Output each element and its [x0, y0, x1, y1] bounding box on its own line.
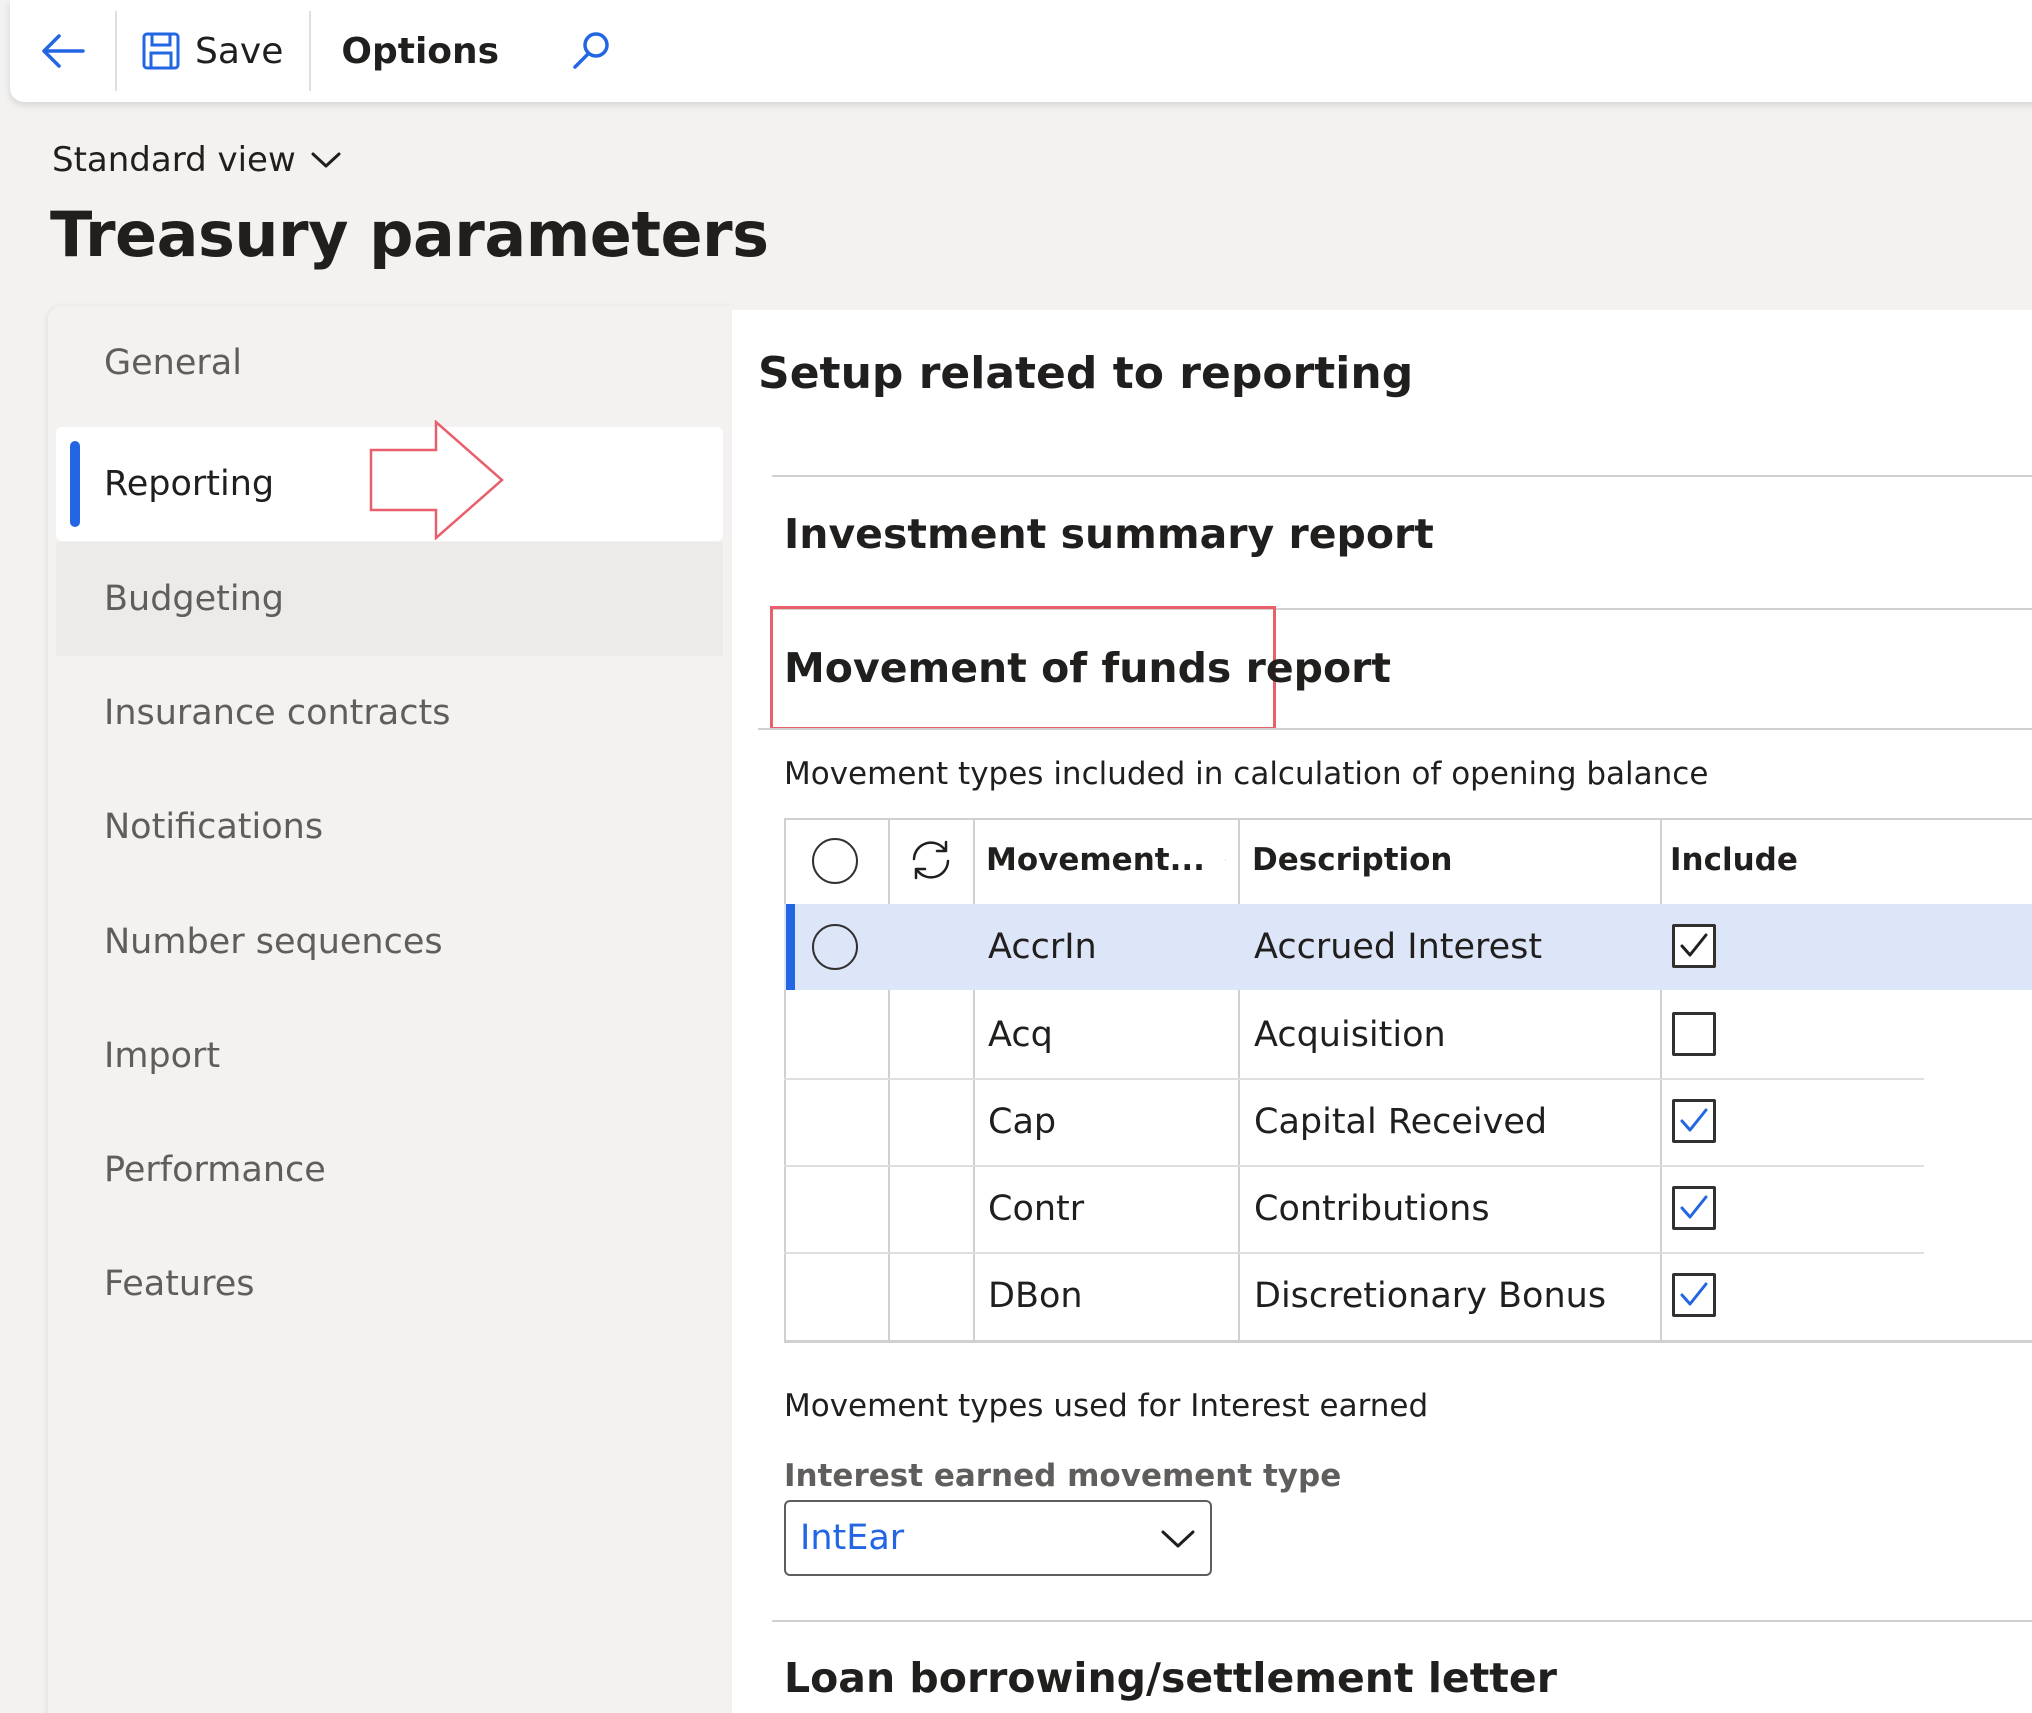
section-investment-summary[interactable]: Investment summary report	[784, 510, 1434, 558]
search-icon	[573, 32, 609, 69]
cell-movement[interactable]: DBon	[988, 1253, 1083, 1339]
table-row[interactable]: DBon Discretionary Bonus	[784, 1253, 2032, 1339]
active-indicator	[70, 441, 80, 527]
nav-item-label: Insurance contracts	[104, 693, 451, 733]
table-row[interactable]: Acq Acquisition	[784, 992, 2032, 1078]
column-header-label: Include	[1670, 842, 1798, 878]
interest-earned-dropdown[interactable]: IntEar	[784, 1500, 1212, 1576]
search-button[interactable]	[569, 0, 613, 102]
checkmark-icon	[1680, 1282, 1708, 1306]
refresh-icon	[912, 840, 950, 880]
nav-item-label: Number sequences	[104, 922, 443, 962]
section-movement-of-funds[interactable]: Movement of funds report	[784, 644, 1391, 692]
include-checkbox[interactable]	[1672, 924, 1716, 968]
reporting-panel: Setup related to reporting Investment su…	[732, 310, 2032, 1713]
table-row[interactable]: Cap Capital Received	[784, 1079, 2032, 1165]
nav-item-performance[interactable]: Performance	[56, 1113, 723, 1227]
interest-types-label: Movement types used for Interest earned	[784, 1388, 1429, 1424]
section-divider	[758, 728, 2032, 730]
refresh-button[interactable]	[906, 818, 956, 902]
view-label: Standard view	[52, 140, 296, 180]
checkmark-icon	[1680, 1108, 1708, 1132]
include-checkbox[interactable]	[1672, 1273, 1716, 1317]
nav-item-label: Notifications	[104, 807, 324, 847]
nav-item-import[interactable]: Import	[56, 999, 723, 1113]
include-checkbox[interactable]	[1672, 1186, 1716, 1230]
annotation-arrow-icon	[369, 420, 504, 540]
options-button[interactable]: Options	[311, 0, 529, 102]
nav-item-label: Features	[104, 1264, 255, 1304]
grid-bottom-border	[784, 1340, 2032, 1343]
panel-title: Setup related to reporting	[758, 348, 1414, 399]
cell-description[interactable]: Capital Received	[1254, 1079, 1547, 1165]
view-selector[interactable]: Standard view	[52, 140, 342, 180]
column-header-include[interactable]: Include	[1670, 818, 1970, 902]
checkmark-icon	[1680, 933, 1708, 957]
nav-item-label: Budgeting	[104, 579, 285, 619]
page-title: Treasury parameters	[50, 198, 769, 271]
cell-description[interactable]: Acquisition	[1254, 992, 1446, 1078]
column-header-label: Description	[1252, 842, 1453, 878]
cell-movement[interactable]: Cap	[988, 1079, 1056, 1165]
interest-field-label: Interest earned movement type	[784, 1458, 1342, 1494]
cell-movement[interactable]: AccrIn	[988, 904, 1097, 990]
save-button[interactable]: Save	[117, 0, 309, 102]
nav-item-label: Performance	[104, 1150, 326, 1190]
nav-item-label: Import	[104, 1036, 221, 1076]
chevron-down-icon	[311, 152, 341, 168]
cell-description[interactable]: Discretionary Bonus	[1254, 1253, 1606, 1339]
nav-item-features[interactable]: Features	[56, 1227, 723, 1341]
select-all-radio[interactable]	[812, 838, 858, 884]
nav-item-general[interactable]: General	[56, 306, 723, 420]
back-button[interactable]	[10, 0, 115, 102]
chevron-down-icon	[1161, 1530, 1195, 1548]
floppy-disk-icon	[142, 32, 180, 70]
cell-description[interactable]: Contributions	[1254, 1166, 1490, 1252]
nav-item-budgeting[interactable]: Budgeting	[56, 542, 723, 656]
section-divider	[772, 475, 2032, 477]
include-checkbox[interactable]	[1672, 1012, 1716, 1056]
column-header-label: Movement...	[986, 842, 1205, 878]
cell-movement[interactable]: Contr	[988, 1166, 1084, 1252]
nav-item-notifications[interactable]: Notifications	[56, 770, 723, 884]
include-checkbox[interactable]	[1672, 1099, 1716, 1143]
column-header-description[interactable]: Description	[1252, 818, 1652, 902]
nav-item-label: Reporting	[104, 464, 275, 504]
nav-item-label: General	[104, 343, 242, 383]
sort-ascending-icon	[1225, 859, 1226, 861]
row-selected-indicator	[786, 904, 795, 990]
row-select-radio[interactable]	[812, 924, 858, 970]
movement-types-label: Movement types included in calculation o…	[784, 756, 1709, 792]
column-header-movement[interactable]: Movement...	[986, 818, 1226, 902]
command-bar: Save Options	[10, 0, 2032, 102]
checkmark-icon	[1680, 1195, 1708, 1219]
section-divider	[772, 1620, 2032, 1622]
save-label: Save	[195, 30, 284, 72]
table-row[interactable]: Contr Contributions	[784, 1166, 2032, 1252]
dropdown-value: IntEar	[800, 1518, 905, 1558]
nav-item-insurance-contracts[interactable]: Insurance contracts	[56, 656, 723, 770]
cell-movement[interactable]: Acq	[988, 992, 1053, 1078]
back-arrow-icon	[41, 34, 85, 68]
nav-item-number-sequences[interactable]: Number sequences	[56, 885, 723, 999]
section-loan-letter[interactable]: Loan borrowing/settlement letter	[784, 1654, 1557, 1702]
table-row[interactable]: AccrIn Accrued Interest	[784, 904, 2032, 990]
cell-description[interactable]: Accrued Interest	[1254, 904, 1542, 990]
